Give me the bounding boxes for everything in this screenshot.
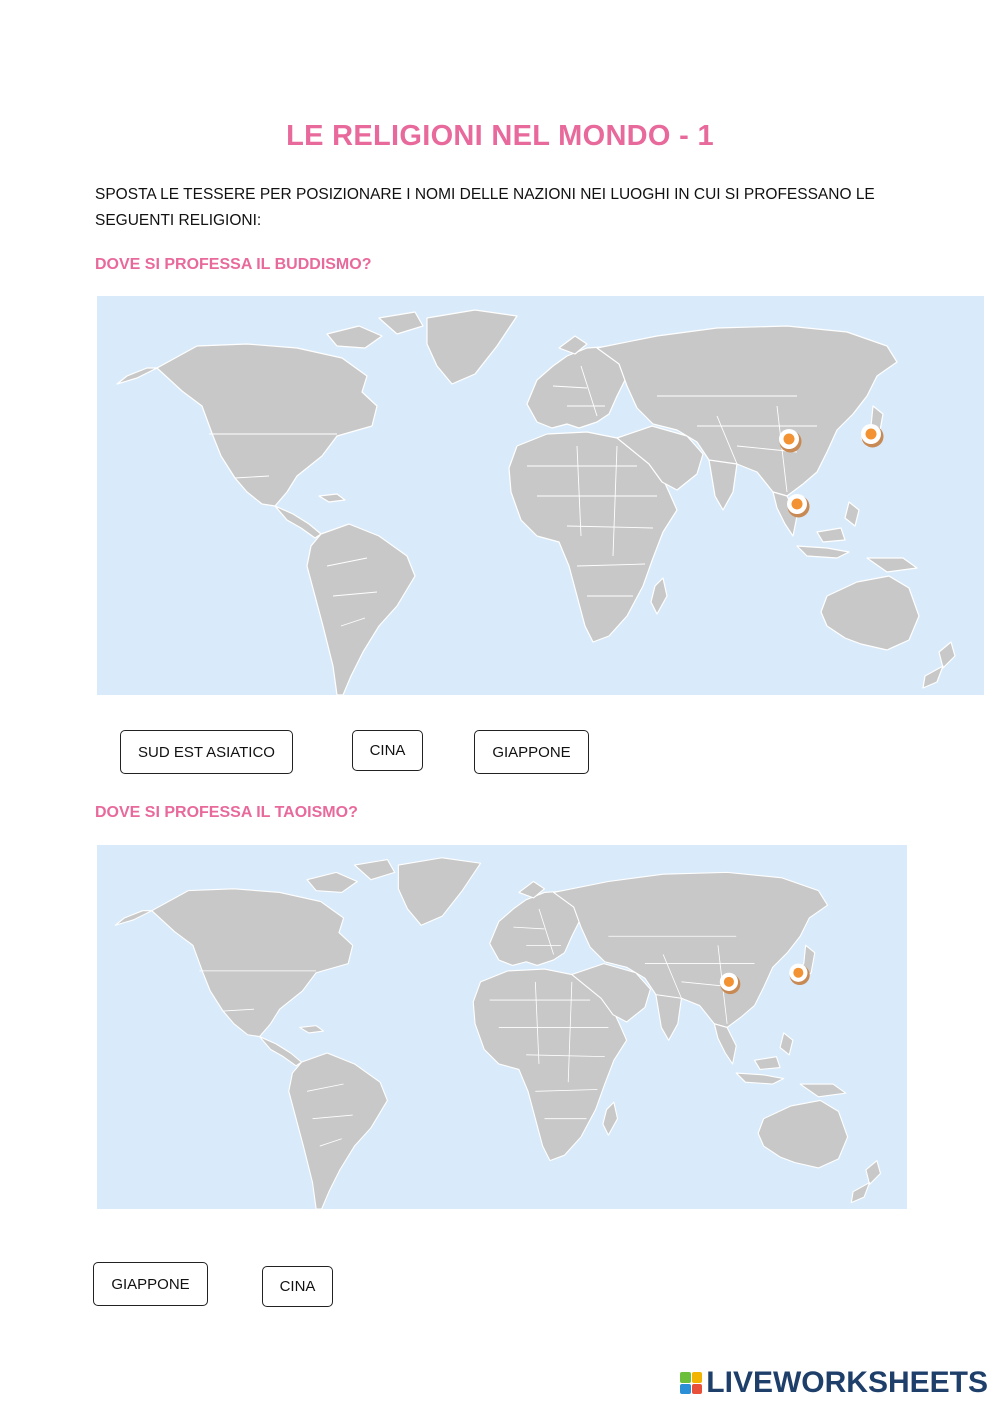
liveworksheets-logo: LIVEWORKSHEETS xyxy=(680,1366,988,1400)
world-map-buddhism xyxy=(97,296,984,695)
question-buddhism: DOVE SI PROFESSA IL BUDDISMO? xyxy=(95,256,372,273)
page-title: LE RELIGIONI NEL MONDO - 1 xyxy=(286,120,714,152)
tile-giappone-2[interactable]: GIAPPONE xyxy=(93,1262,208,1306)
logo-mark-icon xyxy=(680,1372,703,1394)
tile-cina-2[interactable]: CINA xyxy=(262,1266,333,1307)
tile-cina[interactable]: CINA xyxy=(352,730,423,771)
tile-giappone[interactable]: GIAPPONE xyxy=(474,730,589,774)
logo-text: LIVEWORKSHEETS xyxy=(706,1366,988,1399)
world-map-taoism xyxy=(97,845,907,1209)
instructions-text: SPOSTA LE TESSERE PER POSIZIONARE I NOMI… xyxy=(95,186,875,229)
tile-sud-est-asiatico[interactable]: SUD EST ASIATICO xyxy=(120,730,293,774)
question-taoism: DOVE SI PROFESSA IL TAOISMO? xyxy=(95,804,358,821)
